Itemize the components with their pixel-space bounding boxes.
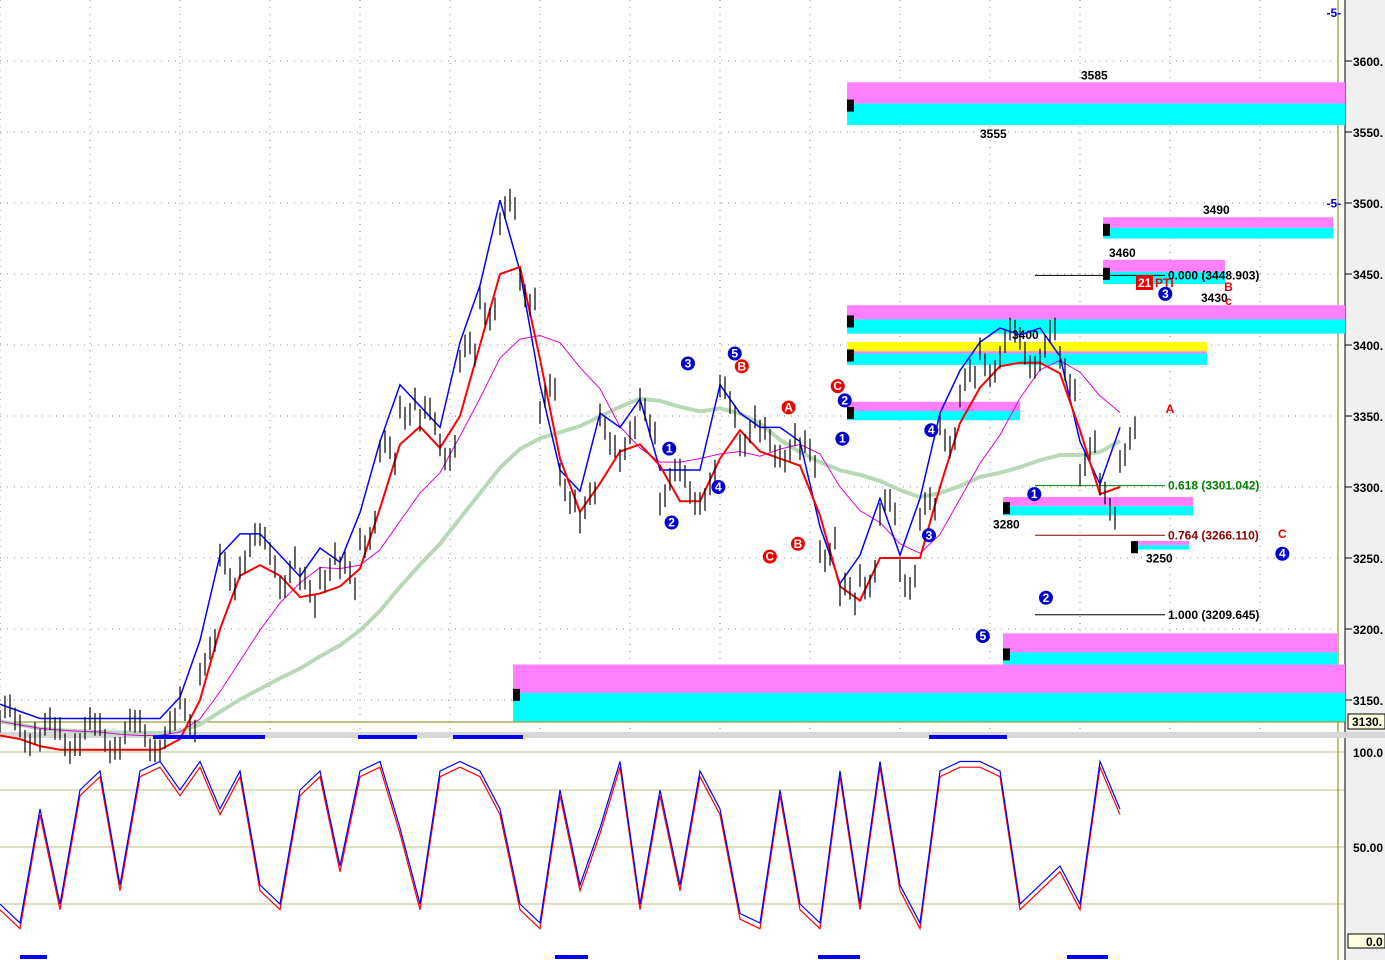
zone-marker: [1103, 223, 1110, 236]
zone-lower: [847, 319, 1345, 334]
wave-label: 3: [926, 528, 933, 542]
wave-label: B: [737, 359, 746, 373]
osc-k-line: [0, 759, 1121, 925]
zone-upper: [1003, 633, 1337, 653]
wave-label: C: [766, 550, 775, 564]
wave-label: A: [1166, 402, 1175, 416]
cycle-marker: [358, 735, 417, 739]
zone-marker: [847, 99, 854, 112]
cycle-marker: [555, 955, 588, 959]
price-tick-label: 3600.: [1353, 55, 1383, 69]
pti-badge-number: 21: [1138, 276, 1152, 290]
zone-marker: [1103, 267, 1110, 280]
zone-upper: [513, 664, 1345, 693]
price-tick-label: 3150.: [1353, 694, 1383, 708]
wave-label: B: [794, 537, 803, 551]
price-axis-bg: [1345, 0, 1385, 960]
zone-label-bottom: 3280: [993, 517, 1020, 531]
price-tick-label: 3550.: [1353, 126, 1383, 140]
price-tick-label: 3500.: [1353, 197, 1383, 211]
wave-label: B: [1224, 280, 1233, 294]
osc-tick-label: 50.00: [1353, 841, 1383, 855]
zone-marker: [847, 407, 854, 420]
price-tick-label: 3250.: [1353, 552, 1383, 566]
pti-label: PTI: [1155, 276, 1174, 290]
chart-window: 3600. 3550. 3500. 3450. 3400. 3350. 3300. 3250.…: [0, 0, 1385, 960]
wave-label: C: [1278, 527, 1287, 541]
zone-lower: [1103, 227, 1333, 239]
zone-upper: [847, 82, 1345, 104]
zone-upper: [847, 305, 1345, 320]
osc-current-label: 0.0: [1366, 935, 1383, 949]
zone-lower: [847, 103, 1345, 125]
wave-label: 1: [666, 442, 673, 456]
wave-label: C: [833, 379, 842, 393]
zone-label-top: 3490: [1203, 203, 1230, 217]
cycle-marker: [818, 955, 860, 959]
wave-label: 4: [928, 423, 935, 437]
zone-lower: [1131, 545, 1189, 550]
wave-label: 3: [685, 356, 692, 370]
price-tick-label: 3200.: [1353, 623, 1383, 637]
cycle-marker: [20, 955, 47, 959]
fib-label: 1.000 (3209.645): [1168, 608, 1259, 622]
elliott-wave-chart: 3600.3550.3500.3450.3400.3350.3300.3250.…: [0, 0, 1385, 960]
zone-upper: [847, 401, 1020, 412]
zone-label-top: 3585: [1081, 68, 1108, 82]
wave-label: c: [1225, 294, 1232, 308]
zone-lower: [513, 692, 1345, 722]
current-price-label: 3130.: [1352, 715, 1382, 729]
zone-label-bottom: 3250: [1146, 551, 1173, 565]
cycle-marker: [1067, 955, 1108, 959]
zone-marker: [847, 349, 854, 362]
price-tick-label: 3350.: [1353, 410, 1383, 424]
fib-label: 0.618 (3301.042): [1168, 479, 1259, 493]
zone-marker: [1131, 541, 1138, 554]
wave-label: 1: [1031, 487, 1038, 501]
wave-label: -5-: [1326, 196, 1341, 210]
zone-lower: [1003, 506, 1193, 516]
zone-label-top: 3460: [1109, 246, 1136, 260]
price-tick-label: 3450.: [1353, 268, 1383, 282]
price-tick-label: 3400.: [1353, 339, 1383, 353]
zone-marker: [1003, 648, 1010, 661]
wave-label: 2: [841, 393, 848, 407]
wave-label: 5: [979, 629, 986, 643]
wave-label: -5-: [1326, 6, 1341, 20]
zone-marker: [513, 688, 520, 701]
wave-label: 2: [1043, 591, 1050, 605]
zone-marker: [1003, 502, 1010, 515]
zone-label-bottom: 3555: [980, 127, 1007, 141]
fib-label: 0.000 (3448.903): [1168, 268, 1259, 282]
wave-label: 2: [668, 516, 675, 530]
price-tick-label: 3300.: [1353, 481, 1383, 495]
zone-marker: [847, 315, 854, 328]
wave-label: 4: [715, 480, 722, 494]
zone-upper: [1103, 217, 1333, 228]
fib-label: 0.764 (3266.110): [1168, 528, 1259, 542]
cycle-marker: [929, 735, 1007, 739]
cycle-marker: [153, 735, 265, 739]
cycle-marker: [453, 735, 523, 739]
zone-lower: [847, 411, 1020, 421]
zone-yellow: [847, 342, 1207, 352]
wave-label: A: [784, 400, 793, 414]
wave-label: 1: [839, 432, 846, 446]
wave-label: 4: [1279, 547, 1286, 561]
osc-tick-label: 100.0: [1353, 746, 1383, 760]
